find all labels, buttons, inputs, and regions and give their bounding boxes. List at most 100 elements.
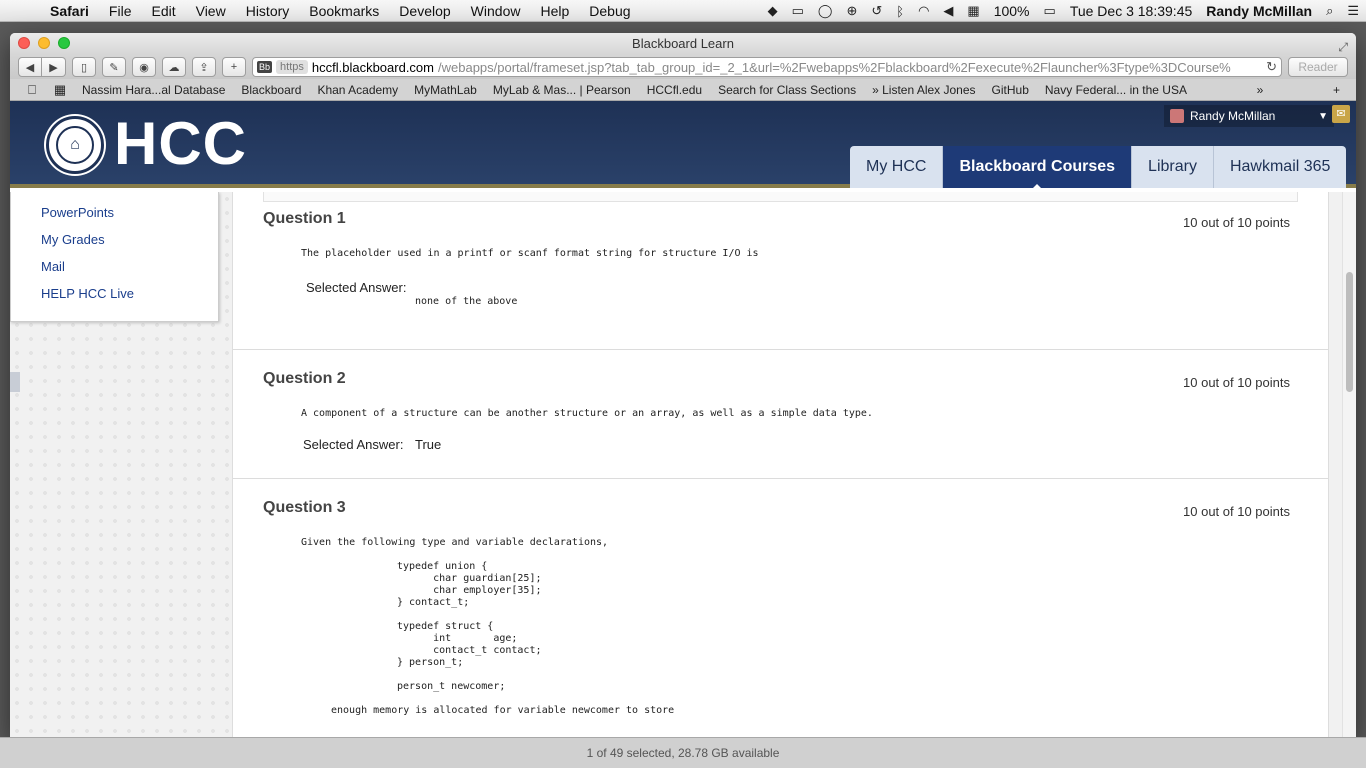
question-text: A component of a structure can be anothe… bbox=[301, 408, 873, 419]
scrollbar-thumb[interactable] bbox=[1346, 272, 1353, 392]
bookmark-item[interactable]: Blackboard bbox=[233, 83, 309, 97]
finder-status-bar: 1 of 49 selected, 28.78 GB available bbox=[0, 737, 1366, 768]
menu-bookmarks[interactable]: Bookmarks bbox=[299, 3, 389, 19]
minimize-window-button[interactable] bbox=[38, 37, 50, 49]
evernote-extension-button[interactable]: ✎ bbox=[102, 57, 126, 77]
selected-answer-value: True bbox=[415, 437, 442, 452]
course-menu-item-mail[interactable]: Mail bbox=[11, 258, 218, 285]
bookmark-item[interactable]: MyMathLab bbox=[406, 83, 485, 97]
user-menu[interactable]: Randy McMillan ▼ bbox=[1164, 105, 1334, 127]
menu-file[interactable]: File bbox=[99, 3, 142, 19]
selected-answer-label: Selected Answer: bbox=[306, 280, 407, 295]
battery-icon[interactable]: ▭ bbox=[1037, 3, 1063, 19]
course-menu-item-help[interactable]: HELP HCC Live bbox=[11, 285, 218, 312]
url-domain: hccfl.blackboard.com bbox=[311, 59, 434, 75]
menu-debug[interactable]: Debug bbox=[579, 3, 640, 19]
wifi-icon[interactable]: ◠ bbox=[911, 3, 936, 19]
hcc-seal-logo[interactable]: ⌂ bbox=[46, 116, 104, 174]
volume-icon[interactable]: ◀ bbox=[936, 3, 960, 19]
question-block: Question 1 10 out of 10 points The place… bbox=[233, 202, 1328, 350]
page-scrollbar[interactable] bbox=[1342, 192, 1356, 737]
bookmarks-bar: ⎕ ▦ Nassim Hara...al Database Blackboard… bbox=[10, 79, 1356, 101]
cloud-button[interactable]: ☁ bbox=[162, 57, 186, 77]
selected-answer-label: Selected Answer: bbox=[303, 437, 404, 452]
user-menu-name: Randy McMillan bbox=[1190, 109, 1276, 123]
question-title: Question 3 bbox=[263, 499, 346, 516]
evernote-icon[interactable]: ◆ bbox=[761, 3, 785, 19]
user-name[interactable]: Randy McMillan bbox=[1199, 3, 1319, 19]
add-tab-icon[interactable]: + bbox=[1325, 83, 1348, 97]
menu-edit[interactable]: Edit bbox=[141, 3, 185, 19]
menu-history[interactable]: History bbox=[236, 3, 300, 19]
bluetooth-icon[interactable]: ᛒ bbox=[889, 4, 911, 19]
question-title: Question 1 bbox=[263, 210, 346, 227]
zoom-window-button[interactable] bbox=[58, 37, 70, 49]
reader-button[interactable]: Reader bbox=[1288, 57, 1348, 77]
menu-help[interactable]: Help bbox=[530, 3, 579, 19]
mac-menubar: Safari File Edit View History Bookmarks … bbox=[0, 0, 1366, 22]
notification-center-icon[interactable]: ☰ bbox=[1340, 3, 1366, 19]
reload-icon[interactable]: ↻ bbox=[1266, 59, 1277, 75]
adblock-button[interactable]: ◉ bbox=[132, 57, 156, 77]
hcc-logo-text[interactable]: HCC bbox=[114, 109, 247, 178]
chevron-down-icon: ▼ bbox=[1318, 110, 1328, 122]
bookmarks-overflow-icon[interactable]: » bbox=[1249, 83, 1272, 97]
messages-icon[interactable]: ◯ bbox=[811, 3, 840, 19]
browser-toolbar: ◀ ▶ ▯ ✎ ◉ ☁ ⇪ + Bb https hccfl.blackboar… bbox=[10, 55, 1356, 79]
menu-view[interactable]: View bbox=[186, 3, 236, 19]
menu-window[interactable]: Window bbox=[461, 3, 531, 19]
bookmark-item[interactable]: Search for Class Sections bbox=[710, 83, 864, 97]
code-block: typedef union { char guardian[25]; char … bbox=[397, 561, 542, 692]
tab-library[interactable]: Library bbox=[1132, 146, 1214, 188]
airplay-icon[interactable]: ▭ bbox=[785, 3, 811, 19]
battery-percent[interactable]: 100% bbox=[987, 3, 1037, 19]
back-button[interactable]: ◀ bbox=[18, 57, 42, 77]
avatar bbox=[1170, 109, 1184, 123]
portal-tabs: My HCC Blackboard Courses Library Hawkma… bbox=[850, 146, 1347, 192]
calendar-icon[interactable]: ▦ bbox=[960, 3, 986, 19]
question-block: Question 3 10 out of 10 points Given the… bbox=[233, 479, 1328, 737]
share-button[interactable]: ⇪ bbox=[192, 57, 216, 77]
course-menu-item-powerpoints[interactable]: PowerPoints bbox=[11, 204, 218, 231]
close-window-button[interactable] bbox=[18, 37, 30, 49]
question-block: Question 2 10 out of 10 points A compone… bbox=[233, 350, 1328, 479]
bookmark-item[interactable]: Nassim Hara...al Database bbox=[74, 83, 233, 97]
forward-button[interactable]: ▶ bbox=[42, 57, 66, 77]
clock[interactable]: Tue Dec 3 18:39:45 bbox=[1063, 3, 1199, 19]
bookmark-item[interactable]: » Listen Alex Jones bbox=[864, 83, 983, 97]
tab-hawkmail-365[interactable]: Hawkmail 365 bbox=[1213, 146, 1347, 188]
time-machine-icon[interactable]: ↺ bbox=[864, 3, 889, 19]
fullscreen-icon[interactable]: ⤢ bbox=[1338, 36, 1348, 58]
new-tab-button[interactable]: + bbox=[222, 57, 246, 77]
sidebar-button[interactable]: ▯ bbox=[72, 57, 96, 77]
question-text: The placeholder used in a printf or scan… bbox=[301, 248, 759, 259]
test-review-panel: Question 1 10 out of 10 points The place… bbox=[232, 192, 1329, 737]
global-nav-icon[interactable]: ✉ bbox=[1332, 105, 1350, 123]
course-menu: PowerPoints My Grades Mail HELP HCC Live bbox=[10, 192, 219, 322]
tab-blackboard-courses[interactable]: Blackboard Courses bbox=[943, 146, 1133, 192]
left-gutter-tab bbox=[10, 372, 20, 392]
safari-window: Blackboard Learn ⤢ ◀ ▶ ▯ ✎ ◉ ☁ ⇪ + Bb ht… bbox=[10, 33, 1356, 737]
top-sites-grid-icon[interactable]: ▦ bbox=[46, 82, 74, 98]
tab-my-hcc[interactable]: My HCC bbox=[850, 146, 944, 188]
course-menu-item-my-grades[interactable]: My Grades bbox=[11, 231, 218, 258]
bookmark-item[interactable]: MyLab & Mas... | Pearson bbox=[485, 83, 639, 97]
bookmarks-book-icon[interactable]: ⎕ bbox=[18, 82, 46, 98]
menu-develop[interactable]: Develop bbox=[389, 3, 460, 19]
spotlight-search-icon[interactable]: ⌕ bbox=[1319, 3, 1340, 19]
bookmark-item[interactable]: HCCfl.edu bbox=[639, 83, 710, 97]
bookmark-item[interactable]: Navy Federal... in the USA bbox=[1037, 83, 1195, 97]
menu-app[interactable]: Safari bbox=[40, 3, 99, 19]
window-title: Blackboard Learn bbox=[632, 36, 734, 51]
bookmark-item[interactable]: Khan Academy bbox=[309, 83, 406, 97]
question-title: Question 2 bbox=[263, 370, 346, 387]
question-points: 10 out of 10 points bbox=[1183, 375, 1290, 390]
url-path: /webapps/portal/frameset.jsp?tab_tab_gro… bbox=[438, 59, 1231, 75]
address-bar[interactable]: Bb https hccfl.blackboard.com /webapps/p… bbox=[252, 57, 1282, 77]
bookmark-item[interactable]: GitHub bbox=[984, 83, 1037, 97]
question-text: Given the following type and variable de… bbox=[301, 537, 609, 548]
selected-answer-value: none of the above bbox=[415, 296, 518, 307]
window-titlebar: Blackboard Learn ⤢ bbox=[10, 33, 1356, 55]
question-points: 10 out of 10 points bbox=[1183, 504, 1290, 519]
accessibility-icon[interactable]: ⊕ bbox=[839, 3, 864, 19]
